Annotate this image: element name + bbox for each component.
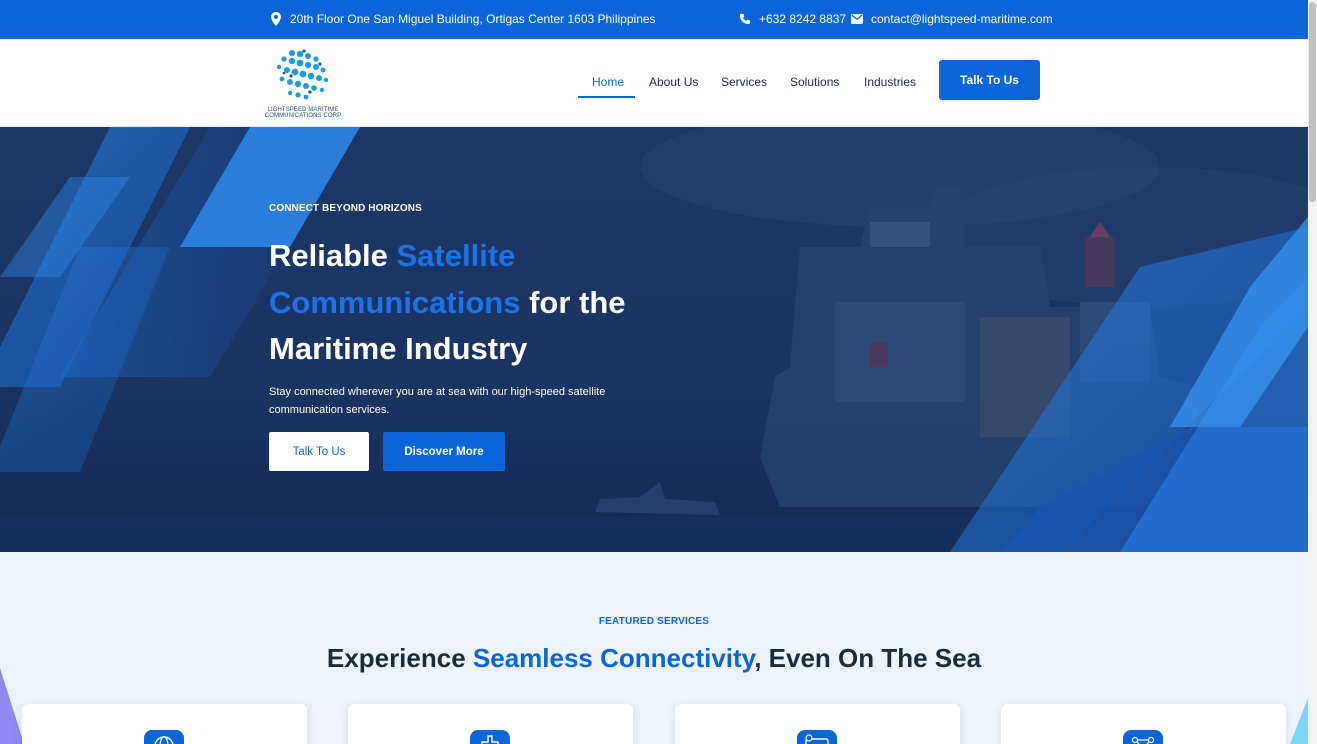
envelope-icon (851, 14, 863, 24)
address-item: 20th Floor One San Miguel Building, Orti… (270, 12, 656, 26)
featured-kicker: FEATURED SERVICES (598, 616, 710, 627)
globe-icon (144, 730, 184, 744)
talk-to-us-hero-button[interactable]: Talk To Us (269, 432, 369, 471)
address-text: 20th Floor One San Miguel Building, Orti… (290, 12, 656, 26)
hero-kicker: CONNECT BEYOND HORIZONS (269, 203, 422, 214)
active-nav-indicator (578, 96, 635, 98)
logo-text: LIGHTSPEED MARITIME COMMUNICATIONS CORP (264, 107, 342, 119)
network-icon (1123, 730, 1163, 744)
email-text: contact@lightspeed-maritime.com (871, 12, 1053, 26)
email-item[interactable]: contact@lightspeed-maritime.com (851, 12, 1053, 26)
hero-headline: Reliable Satellite Communications for th… (269, 238, 626, 366)
featured-title: Experience Seamless Connectivity, Even O… (326, 643, 982, 673)
decorative-corner-left (0, 668, 24, 744)
page-scrollbar[interactable] (1308, 0, 1317, 744)
nav-about-us[interactable]: About Us (649, 75, 698, 89)
company-logo[interactable]: LIGHTSPEED MARITIME COMMUNICATIONS CORP (262, 45, 344, 121)
phone-icon (739, 13, 751, 24)
service-card[interactable] (348, 704, 633, 744)
talk-to-us-header-button[interactable]: Talk To Us (939, 60, 1040, 100)
scrollbar-thumb[interactable] (1309, 2, 1316, 202)
service-card[interactable] (22, 704, 307, 744)
nav-industries[interactable]: Industries (864, 75, 916, 89)
decorative-corner-right (1290, 698, 1308, 744)
hero-subtext: Stay connected wherever you are at sea w… (269, 386, 606, 416)
service-card[interactable] (1001, 704, 1286, 744)
nav-home[interactable]: Home (592, 75, 624, 89)
site-header: LIGHTSPEED MARITIME COMMUNICATIONS CORP … (0, 39, 1308, 127)
featured-title-highlight: Seamless Connectivity (472, 643, 755, 673)
service-card[interactable] (675, 704, 960, 744)
discover-more-button[interactable]: Discover More (383, 432, 505, 471)
phone-text: +632 8242 8837 (759, 12, 847, 26)
top-info-bar: 20th Floor One San Miguel Building, Orti… (0, 0, 1308, 39)
card-icon (797, 730, 837, 744)
medical-icon (470, 730, 510, 744)
nav-solutions[interactable]: Solutions (790, 75, 839, 89)
hero-section: CONNECT BEYOND HORIZONS Reliable Satelli… (0, 127, 1308, 552)
phone-item[interactable]: +632 8242 8837 (739, 12, 846, 26)
logo-mark-icon (276, 49, 329, 100)
nav-services[interactable]: Services (721, 75, 767, 89)
location-pin-icon (271, 12, 281, 26)
